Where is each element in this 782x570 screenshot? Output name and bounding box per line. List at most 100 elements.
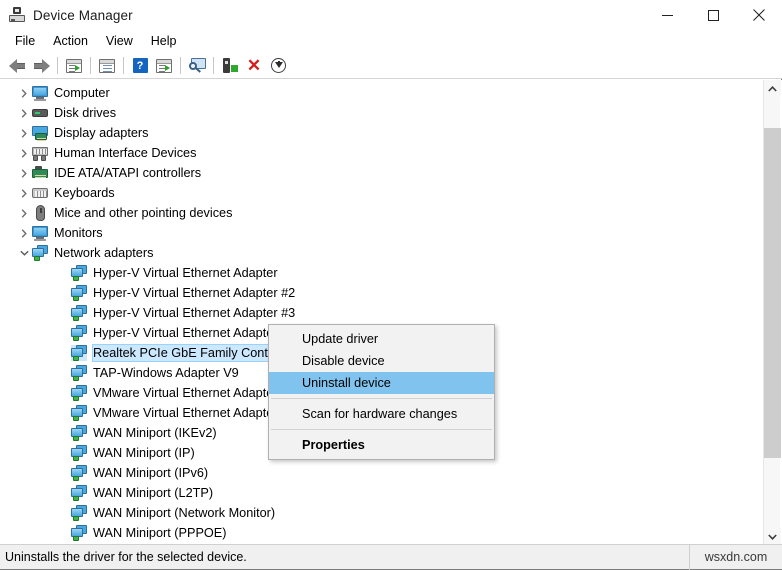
help-button[interactable]: ?: [128, 55, 152, 77]
chevron-right-icon[interactable]: [16, 143, 32, 163]
chevron-right-icon[interactable]: [16, 183, 32, 203]
tree-row[interactable]: Hyper-V Virtual Ethernet Adapter #3: [0, 303, 757, 323]
menu-file[interactable]: File: [6, 31, 44, 52]
monitor-icon: [32, 225, 48, 241]
chevron-right-icon[interactable]: [16, 103, 32, 123]
context-menu[interactable]: Update driver Disable device Uninstall dev…: [268, 324, 495, 460]
network-adapter-icon: [71, 285, 87, 301]
ide-controller-icon: [32, 165, 48, 181]
menu-help[interactable]: Help: [142, 31, 186, 52]
status-bar: Uninstalls the driver for the selected d…: [0, 544, 782, 570]
close-button[interactable]: [736, 0, 782, 30]
network-adapter-icon: [71, 465, 87, 481]
tree-row-label: WAN Miniport (PPPOE): [93, 526, 227, 540]
tree-row[interactable]: Monitors: [0, 223, 757, 243]
tree-no-chevron: [55, 523, 71, 543]
minimize-button[interactable]: [644, 0, 690, 30]
scrollbar-thumb[interactable]: [764, 128, 781, 458]
tree-row[interactable]: Disk drives: [0, 103, 757, 123]
device-manager-window: Device Manager File Action View Help ? ✕…: [0, 0, 782, 570]
forward-button[interactable]: [29, 55, 53, 77]
tree-row-label: Disk drives: [54, 106, 117, 120]
tree-row-label: WAN Miniport (IKEv2): [93, 426, 217, 440]
tree-row-label: VMware Virtual Ethernet Adapter fo: [93, 386, 292, 400]
menu-view[interactable]: View: [97, 31, 142, 52]
action-pane-icon: [156, 58, 172, 73]
tree-row[interactable]: Network adapters: [0, 243, 757, 263]
disable-device-button[interactable]: [266, 55, 290, 77]
update-driver-button[interactable]: [185, 55, 209, 77]
computer-icon: [32, 85, 48, 101]
context-menu-item[interactable]: Properties: [269, 434, 494, 456]
tree-row-label: WAN Miniport (IPv6): [93, 466, 209, 480]
tree-no-chevron: [55, 483, 71, 503]
context-menu-item[interactable]: Update driver: [269, 328, 494, 350]
tree-no-chevron: [55, 383, 71, 403]
toolbar-separator: [123, 57, 124, 74]
chevron-right-icon[interactable]: [16, 83, 32, 103]
context-menu-item[interactable]: Disable device: [269, 350, 494, 372]
menu-action[interactable]: Action: [44, 31, 97, 52]
show-hide-console-tree-button[interactable]: [62, 55, 86, 77]
network-adapter-icon: [71, 385, 87, 401]
back-arrow-icon: [8, 58, 26, 73]
tree-row[interactable]: WAN Miniport (Network Monitor): [0, 503, 757, 523]
maximize-button[interactable]: [690, 0, 736, 30]
tree-no-chevron: [55, 503, 71, 523]
tree-row-label: Computer: [54, 86, 110, 100]
tree-no-chevron: [55, 343, 71, 363]
tree-row-label: IDE ATA/ATAPI controllers: [54, 166, 202, 180]
tree-row[interactable]: IDE ATA/ATAPI controllers: [0, 163, 757, 183]
context-menu-item[interactable]: Uninstall device: [269, 372, 494, 394]
tree-row-label: Display adapters: [54, 126, 149, 140]
chevron-right-icon[interactable]: [16, 223, 32, 243]
tree-no-chevron: [55, 283, 71, 303]
window-title: Device Manager: [33, 7, 133, 23]
keyboard-icon: [32, 185, 48, 201]
window-controls: [644, 0, 782, 30]
scan-for-hardware-changes-button[interactable]: [218, 55, 242, 77]
scroll-down-button[interactable]: [764, 528, 781, 545]
scroll-down-arrow-icon: [768, 533, 777, 540]
tree-row-label: Mice and other pointing devices: [54, 206, 233, 220]
network-adapter-icon: [71, 505, 87, 521]
device-tree-pane[interactable]: Computer Disk drives Display adapters Human…: [0, 80, 782, 545]
back-button[interactable]: [5, 55, 29, 77]
tree-row[interactable]: Hyper-V Virtual Ethernet Adapter #2: [0, 283, 757, 303]
chevron-right-icon[interactable]: [16, 163, 32, 183]
tree-row[interactable]: Computer: [0, 83, 757, 103]
context-menu-item-label: Disable device: [302, 354, 385, 368]
network-adapter-icon: [71, 405, 87, 421]
tree-row[interactable]: Mice and other pointing devices: [0, 203, 757, 223]
tree-row[interactable]: Keyboards: [0, 183, 757, 203]
chevron-right-icon[interactable]: [16, 203, 32, 223]
uninstall-device-button[interactable]: ✕: [242, 55, 266, 77]
show-hide-action-pane-button[interactable]: [152, 55, 176, 77]
tree-row[interactable]: Hyper-V Virtual Ethernet Adapter: [0, 263, 757, 283]
help-question-icon: ?: [132, 58, 148, 73]
vertical-scrollbar[interactable]: [763, 80, 781, 545]
properties-button[interactable]: [95, 55, 119, 77]
tree-no-chevron: [55, 423, 71, 443]
chevron-down-icon[interactable]: [16, 243, 32, 263]
tree-row[interactable]: WAN Miniport (L2TP): [0, 483, 757, 503]
tree-row[interactable]: Display adapters: [0, 123, 757, 143]
network-adapter-icon: [71, 265, 87, 281]
toolbar-separator: [90, 57, 91, 74]
tree-no-chevron: [55, 263, 71, 283]
tree-no-chevron: [55, 363, 71, 383]
hid-icon: [32, 145, 48, 161]
tree-row-label: Network adapters: [54, 246, 154, 260]
tree-no-chevron: [55, 463, 71, 483]
context-menu-item[interactable]: Scan for hardware changes: [269, 403, 494, 425]
toolbar-separator: [213, 57, 214, 74]
context-menu-item-label: Uninstall device: [302, 376, 391, 390]
tree-row[interactable]: WAN Miniport (IPv6): [0, 463, 757, 483]
tree-no-chevron: [55, 403, 71, 423]
tree-row[interactable]: WAN Miniport (PPPOE): [0, 523, 757, 543]
scroll-up-button[interactable]: [764, 80, 781, 97]
network-adapter-icon: [71, 305, 87, 321]
tree-row[interactable]: Human Interface Devices: [0, 143, 757, 163]
chevron-right-icon[interactable]: [16, 123, 32, 143]
tree-row-label: WAN Miniport (L2TP): [93, 486, 214, 500]
